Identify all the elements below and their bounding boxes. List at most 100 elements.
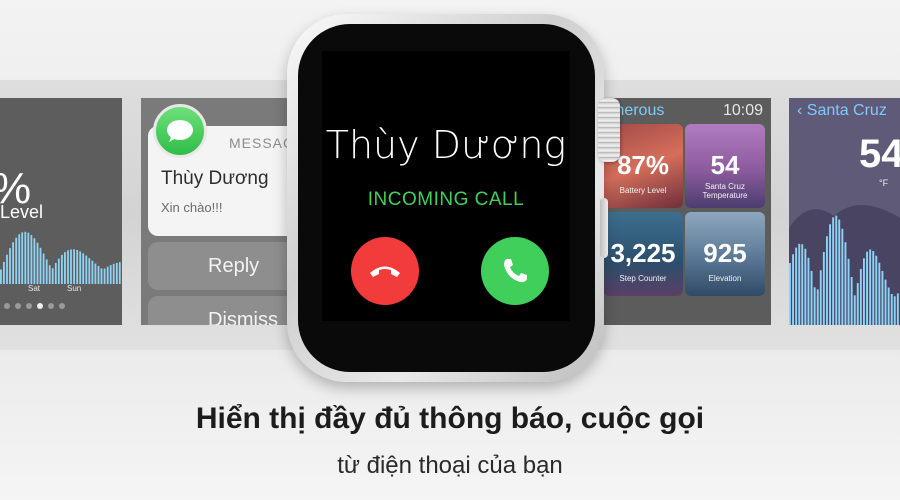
temperature-history-chart	[789, 204, 900, 325]
tile-label: Elevation	[708, 274, 742, 283]
phone-icon	[504, 259, 527, 283]
watch-side-button[interactable]	[600, 198, 608, 258]
phone-hangup-icon	[370, 266, 400, 277]
page-dot[interactable]	[59, 303, 65, 309]
tile-value: 54	[710, 150, 740, 180]
history-bar	[850, 277, 853, 325]
history-bar	[6, 254, 8, 284]
history-bar	[822, 252, 825, 325]
glances-time: 10:09	[722, 102, 763, 119]
messages-app-icon	[153, 104, 207, 158]
history-bar	[103, 268, 106, 284]
history-bar	[30, 234, 33, 284]
santa-cruz-weather-panel: ‹ Santa Cruz 54 °F	[789, 98, 900, 325]
history-bar	[21, 232, 24, 284]
history-bar	[27, 232, 30, 284]
history-bar	[9, 248, 11, 284]
history-bar	[85, 255, 88, 284]
page-indicator	[4, 303, 65, 309]
history-bar	[866, 251, 868, 325]
tile-santa-cruz-temperature[interactable]: 54 Santa Cruz Temperature	[685, 124, 765, 208]
page-dot[interactable]	[48, 303, 54, 309]
tile-value: 3,225	[610, 238, 676, 268]
tile-label: Santa Cruz Temperature	[702, 182, 748, 200]
subline: từ điện thoại của bạn	[337, 452, 563, 479]
history-bar	[863, 258, 865, 325]
headline: Hiển thị đầy đủ thông báo, cuộc gọi	[195, 402, 705, 435]
digital-crown[interactable]	[598, 98, 620, 162]
history-bar	[853, 295, 856, 325]
day-label-sat: Sat	[28, 284, 41, 293]
page-dot[interactable]	[26, 303, 32, 309]
history-bar	[48, 265, 51, 284]
santa-cruz-title-text: Santa Cruz	[806, 102, 887, 119]
dismiss-button[interactable]: Dismiss	[148, 296, 289, 325]
history-bar	[64, 252, 66, 284]
history-bar	[57, 258, 60, 284]
history-bar	[890, 294, 893, 325]
history-bar	[109, 265, 112, 284]
history-bar	[73, 249, 75, 284]
tile-elevation[interactable]: 925 Elevation	[685, 212, 765, 296]
history-bar	[0, 269, 2, 284]
history-bar	[61, 254, 63, 284]
history-bar	[67, 250, 69, 284]
history-bar	[841, 228, 844, 325]
history-bar	[884, 279, 887, 325]
history-bar	[3, 261, 5, 284]
history-bar	[813, 287, 816, 325]
history-bar	[106, 266, 109, 284]
history-bar	[859, 268, 862, 325]
tile-step-counter[interactable]: 3,225 Step Counter	[603, 212, 683, 296]
history-bar	[896, 293, 899, 325]
history-bar	[12, 242, 14, 284]
history-bar	[832, 217, 835, 325]
message-sender: Thùy Dương	[161, 168, 269, 189]
page-dot[interactable]	[15, 303, 21, 309]
history-bar	[801, 244, 804, 325]
page-dot[interactable]	[4, 303, 10, 309]
incoming-call-status: INCOMING CALL	[367, 189, 525, 210]
history-bar	[835, 215, 838, 325]
day-label-sun: Sun	[67, 284, 82, 293]
reply-button[interactable]: Reply	[148, 242, 289, 290]
history-bar	[97, 266, 100, 284]
santa-cruz-title[interactable]: ‹ Santa Cruz	[797, 102, 887, 120]
tile-label: Battery Level	[619, 186, 667, 195]
accept-call-button[interactable]	[481, 237, 549, 305]
history-bar	[875, 255, 878, 325]
history-bar	[39, 247, 42, 284]
temperature-unit: °F	[879, 178, 889, 188]
history-bar	[115, 262, 118, 284]
history-bar	[54, 263, 57, 284]
glances-panel: merous 10:09 87% Battery Level 54 Santa …	[601, 98, 771, 325]
history-bar	[789, 263, 791, 325]
page-dot[interactable]	[37, 303, 43, 309]
history-bar	[807, 257, 810, 325]
history-bar	[838, 219, 841, 325]
history-bar	[792, 254, 794, 325]
caller-name: Thùy Dương	[325, 123, 567, 167]
history-bar	[91, 260, 94, 284]
history-bar	[844, 242, 847, 325]
history-bar	[79, 251, 82, 284]
history-bar	[798, 243, 801, 325]
history-bar	[810, 270, 813, 325]
history-bar	[76, 250, 79, 284]
tile-value: 925	[703, 238, 747, 268]
history-bar	[872, 251, 875, 325]
history-bar	[15, 237, 18, 284]
history-bar	[829, 224, 831, 325]
battery-history-chart	[0, 231, 121, 284]
history-bar	[881, 271, 884, 325]
message-app-label: MESSAG	[229, 135, 289, 151]
history-bar	[51, 268, 54, 284]
decline-call-button[interactable]	[351, 237, 419, 305]
history-bar	[70, 249, 72, 284]
santa-cruz-temperature: 54	[859, 132, 900, 176]
battery-level-label: Level	[0, 202, 44, 222]
history-bar	[18, 234, 21, 284]
history-bar	[856, 283, 859, 325]
history-bar	[82, 253, 85, 284]
history-bar	[33, 238, 36, 284]
